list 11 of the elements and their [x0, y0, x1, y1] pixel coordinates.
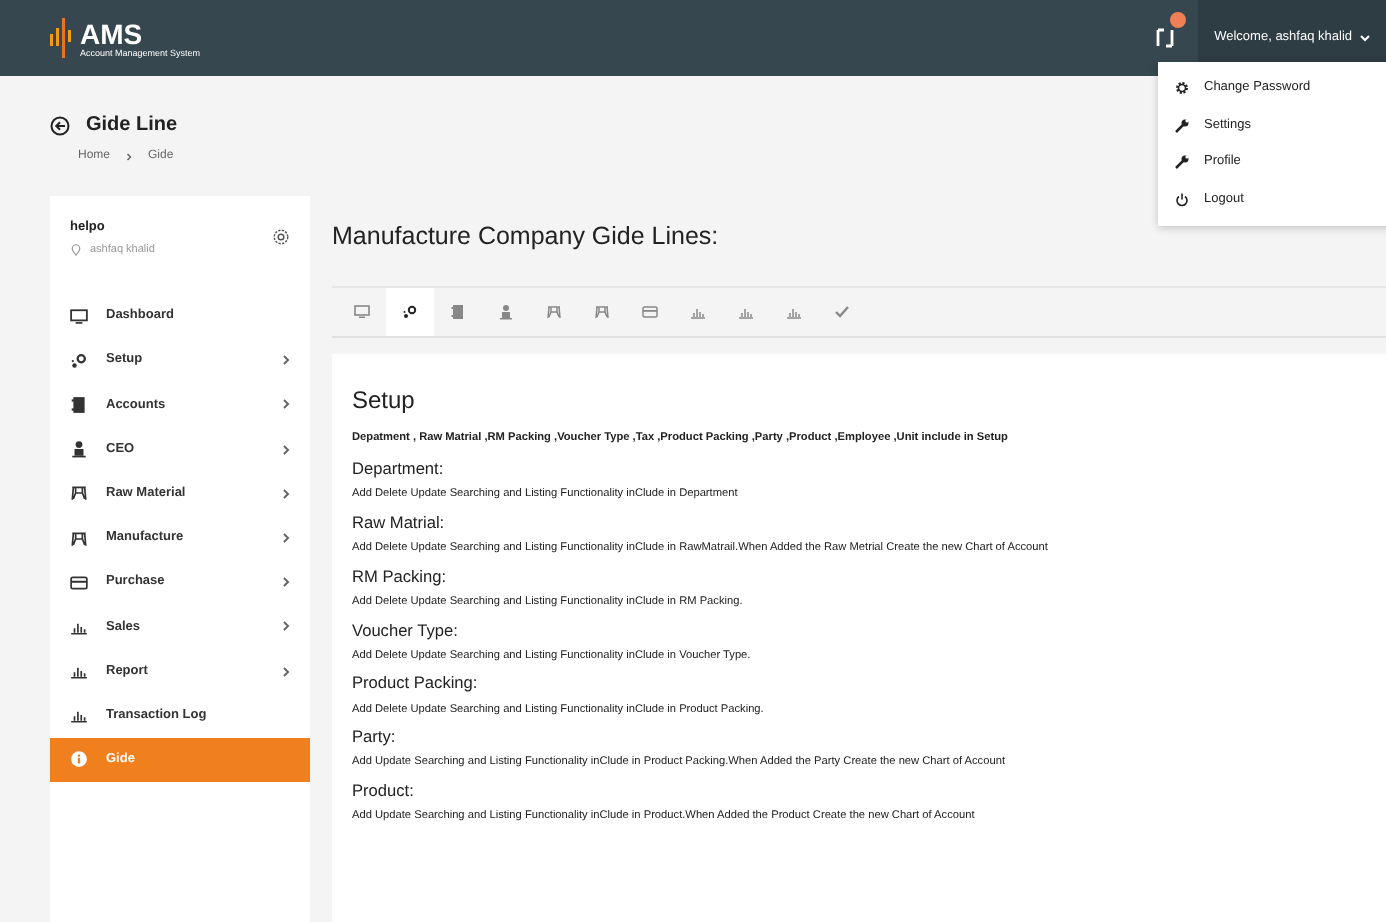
entry-title: Voucher Type:: [352, 621, 460, 640]
main-heading: Manufacture Company Gide Lines:: [332, 220, 721, 254]
entry-title: RM Packing:: [352, 567, 449, 586]
entry-title: Party:: [352, 728, 398, 747]
page-title: Gide Line: [86, 112, 178, 140]
entry-title: Product:: [352, 782, 416, 801]
section-title: Setup: [352, 383, 417, 418]
entry-title: Raw Matrial:: [352, 513, 447, 533]
entry-title: Department:: [352, 460, 446, 479]
entry-title: Product Packing:: [352, 674, 480, 694]
logo-title: AMS: [80, 19, 145, 47]
